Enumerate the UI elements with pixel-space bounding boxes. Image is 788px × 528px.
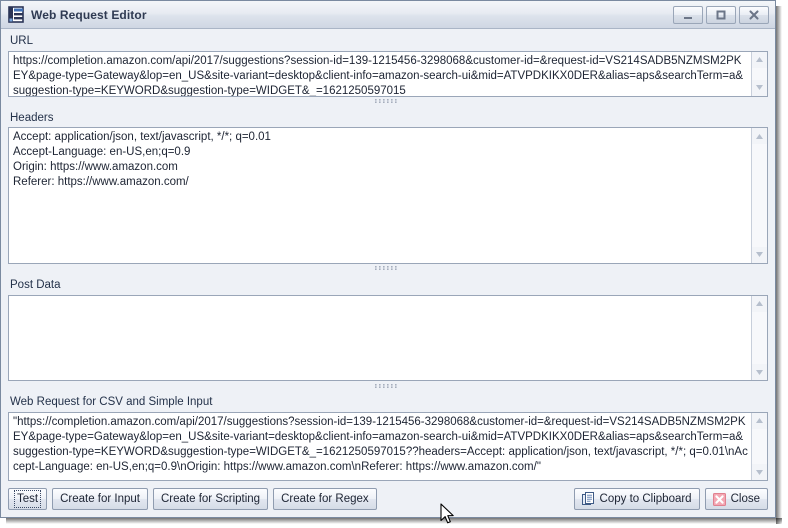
web-request-scroll-track[interactable] xyxy=(752,428,767,464)
web-request-input[interactable]: "https://completion.amazon.com/api/2017/… xyxy=(9,413,751,480)
create-for-regex-button[interactable]: Create for Regex xyxy=(273,488,377,510)
web-request-textbox[interactable]: "https://completion.amazon.com/api/2017/… xyxy=(8,411,768,481)
copy-to-clipboard-label: Copy to Clipboard xyxy=(599,493,692,505)
splitter-headers-postdata[interactable] xyxy=(8,263,768,273)
client-area: URL https://completion.amazon.com/api/20… xyxy=(1,29,775,481)
test-button[interactable]: Test xyxy=(8,488,48,510)
url-scrollbar[interactable] xyxy=(751,51,767,96)
splitter-grip-icon xyxy=(375,383,397,388)
url-scroll-track[interactable] xyxy=(752,67,767,80)
create-for-input-button[interactable]: Create for Input xyxy=(52,488,148,510)
scroll-up-arrow-icon[interactable] xyxy=(751,295,767,312)
scroll-down-arrow-icon[interactable] xyxy=(751,364,767,381)
url-label: URL xyxy=(10,35,34,47)
post-data-textbox[interactable] xyxy=(8,294,768,382)
url-textbox[interactable]: https://completion.amazon.com/api/2017/s… xyxy=(8,50,768,97)
window-controls xyxy=(673,5,773,24)
post-data-scroll-track[interactable] xyxy=(752,311,767,365)
scroll-up-arrow-icon[interactable] xyxy=(751,412,767,429)
create-for-scripting-label: Create for Scripting xyxy=(161,493,261,505)
copy-to-clipboard-button[interactable]: Copy to Clipboard xyxy=(573,488,700,510)
clipboard-icon xyxy=(581,492,595,506)
create-for-scripting-button[interactable]: Create for Scripting xyxy=(153,488,269,510)
post-data-label: Post Data xyxy=(10,278,61,291)
web-request-scrollbar[interactable] xyxy=(751,412,767,480)
post-data-input[interactable] xyxy=(9,296,751,381)
scroll-up-arrow-icon[interactable] xyxy=(751,128,767,145)
button-bar: Test Create for Input Create for Scripti… xyxy=(1,481,775,517)
close-dialog-label: Close xyxy=(730,493,760,505)
screenshot-root: Web Request Editor URL https://completio… xyxy=(0,0,788,528)
create-for-regex-label: Create for Regex xyxy=(281,493,369,505)
create-for-input-label: Create for Input xyxy=(60,493,140,505)
title-bar[interactable]: Web Request Editor xyxy=(1,1,775,29)
splitter-grip-icon xyxy=(375,99,397,104)
red-x-icon xyxy=(712,492,726,506)
scroll-up-arrow-icon[interactable] xyxy=(751,51,767,68)
splitter-postdata-webrequest[interactable] xyxy=(8,381,768,391)
url-input[interactable]: https://completion.amazon.com/api/2017/s… xyxy=(9,52,751,96)
minimize-button[interactable] xyxy=(673,5,703,24)
headers-input[interactable]: Accept: application/json, text/javascrip… xyxy=(9,128,751,262)
web-request-label: Web Request for CSV and Simple Input xyxy=(10,396,213,409)
splitter-url-headers[interactable] xyxy=(8,96,768,106)
headers-scroll-track[interactable] xyxy=(752,144,767,247)
headers-textbox[interactable]: Accept: application/json, text/javascrip… xyxy=(8,127,768,264)
scroll-down-arrow-icon[interactable] xyxy=(751,464,767,480)
headers-label: Headers xyxy=(10,111,54,124)
close-dialog-button[interactable]: Close xyxy=(704,488,768,510)
scroll-down-arrow-icon[interactable] xyxy=(751,246,767,263)
splitter-grip-icon xyxy=(375,266,397,271)
window-shadow-bottom xyxy=(6,518,782,524)
form-editor-icon xyxy=(8,6,25,23)
test-button-label: Test xyxy=(14,490,42,508)
window-title: Web Request Editor xyxy=(31,7,147,22)
maximize-button[interactable] xyxy=(706,5,736,24)
post-data-scrollbar[interactable] xyxy=(751,295,767,381)
scroll-down-arrow-icon[interactable] xyxy=(751,79,767,96)
web-request-editor-window: Web Request Editor URL https://completio… xyxy=(0,0,776,518)
close-button[interactable] xyxy=(739,5,769,24)
headers-scrollbar[interactable] xyxy=(751,128,767,263)
window-shadow-right xyxy=(776,6,782,524)
